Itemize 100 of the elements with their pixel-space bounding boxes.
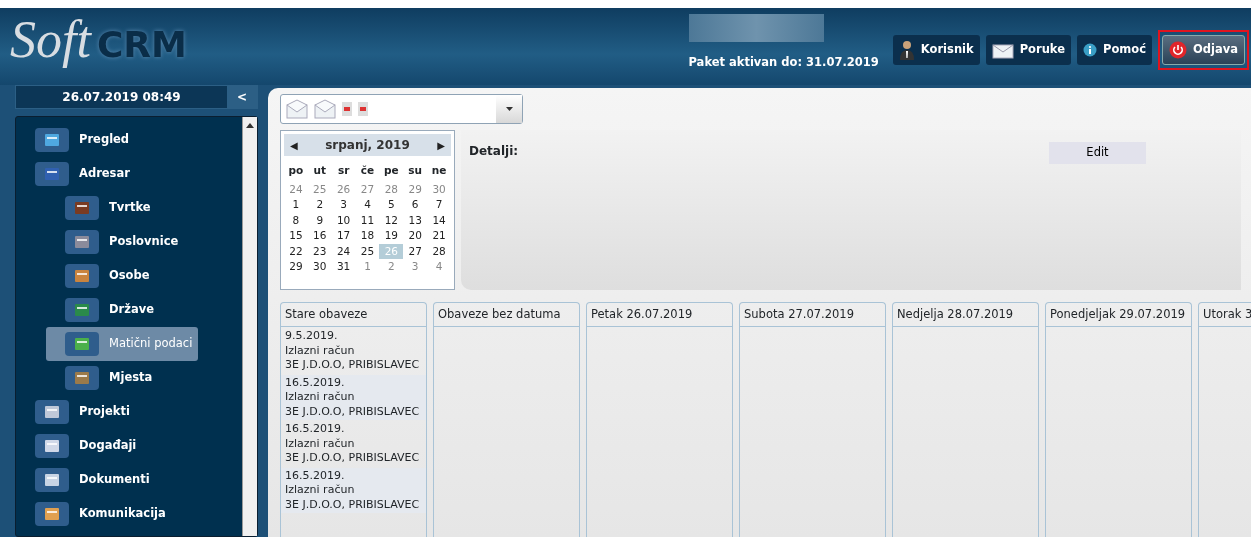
calendar-day[interactable]: 24 — [331, 243, 356, 260]
column-header: Nedjelja 28.07.2019 — [893, 303, 1038, 328]
calendar-title: srpanj, 2019 — [325, 137, 410, 154]
weekday-label: su — [407, 163, 424, 178]
scroll-up-icon[interactable] — [246, 122, 254, 128]
calendar-day[interactable]: 15 — [284, 228, 308, 244]
calendar-day[interactable]: 30 — [427, 181, 451, 198]
user-icon — [898, 40, 915, 60]
sidebar-item[interactable]: Matični podaci — [46, 327, 199, 361]
menu-item-icon — [35, 162, 69, 186]
package-status: Paket aktivan do: 31.07.2019 — [688, 54, 879, 71]
calendar-day[interactable]: 18 — [355, 228, 380, 244]
calendar-day[interactable]: 21 — [427, 228, 451, 244]
calendar-day[interactable]: 4 — [427, 259, 451, 275]
calendar-day[interactable]: 28 — [379, 181, 404, 198]
menu-item-icon — [65, 298, 99, 322]
menu-item-icon — [35, 434, 69, 458]
stamp-icon — [358, 102, 368, 116]
weekday-label: po — [287, 163, 305, 178]
edit-button[interactable]: Edit — [1049, 142, 1146, 164]
collapse-button[interactable]: < — [227, 86, 257, 108]
header-button[interactable]: Odjava — [1162, 35, 1245, 65]
calendar-day[interactable]: 17 — [331, 228, 356, 244]
calendar-day[interactable]: 12 — [379, 212, 404, 229]
sidebar-item[interactable]: Osobe — [46, 259, 156, 293]
sidebar-item[interactable]: Komunikacija — [16, 497, 172, 531]
calendar-day[interactable]: 31 — [331, 259, 356, 275]
calendar-day[interactable]: 3 — [403, 259, 428, 275]
logo-script-text: Soft — [10, 14, 91, 66]
column-header: Ponedjeljak 29.07.2019 — [1046, 303, 1191, 328]
sidebar-item[interactable]: Projekti — [16, 395, 136, 429]
calendar-day[interactable]: 1 — [355, 259, 380, 275]
calendar-day[interactable]: 14 — [427, 212, 451, 229]
calendar-day[interactable]: 27 — [355, 181, 380, 198]
menu-item-icon — [35, 400, 69, 424]
calendar-day[interactable]: 1 — [284, 197, 308, 213]
sidebar-item[interactable]: Tvrtke — [46, 191, 157, 225]
previous-month-button[interactable]: ◀ — [290, 137, 298, 153]
weekday-label: ne — [430, 163, 448, 178]
next-month-button[interactable]: ▶ — [437, 137, 445, 153]
calendar-day[interactable]: 28 — [427, 243, 451, 260]
power-icon — [1169, 41, 1188, 59]
menu-item-icon — [65, 332, 99, 356]
calendar-day[interactable]: 4 — [355, 197, 380, 213]
scrollbar[interactable] — [242, 117, 257, 536]
calendar-day[interactable]: 26 — [331, 181, 356, 198]
datetime-display: 26.07.2019 08:49 — [61, 89, 182, 106]
calendar-day[interactable]: 29 — [403, 181, 428, 198]
calendar-day[interactable]: 6 — [403, 197, 428, 213]
task-item[interactable]: 16.5.2019. Izlazni račun 3E J.D.O.O, PRIBISLAVEC — [281, 421, 426, 467]
menu-item-icon — [35, 502, 69, 526]
weekday-label: sr — [336, 163, 351, 178]
message-filter-dropdown[interactable] — [280, 94, 523, 124]
calendar-day[interactable]: 8 — [284, 212, 308, 229]
calendar-day[interactable]: 16 — [307, 228, 332, 244]
sidebar-item[interactable]: Dokumenti — [16, 463, 156, 497]
sidebar-item[interactable]: Događaji — [16, 429, 143, 463]
sidebar-item[interactable]: Države — [46, 293, 160, 327]
calendar-day[interactable]: 24 — [284, 181, 308, 198]
calendar-day[interactable]: 9 — [307, 212, 332, 229]
calendar-day[interactable]: 2 — [307, 197, 332, 213]
header-button[interactable]: Pomoć — [1077, 35, 1153, 65]
envelope-icon — [286, 99, 308, 119]
sidebar-item[interactable]: Adresar — [16, 157, 136, 191]
calendar-day[interactable]: 11 — [355, 212, 380, 229]
calendar-day[interactable]: 20 — [403, 228, 428, 244]
menu-item-icon — [65, 264, 99, 288]
calendar-day[interactable]: 10 — [331, 212, 356, 229]
header-button[interactable]: Korisnik — [892, 35, 980, 65]
sidebar-item[interactable]: Mjesta — [46, 361, 159, 395]
calendar-day[interactable]: 30 — [307, 259, 332, 275]
caret-icon — [505, 107, 513, 111]
calendar-day[interactable]: 25 — [355, 243, 380, 260]
envelope-icon — [991, 41, 1014, 59]
sidebar-item[interactable]: Pregled — [16, 123, 136, 157]
task-item[interactable]: 16.5.2019. Izlazni račun 3E J.D.O.O, PRIBISLAVEC — [281, 374, 426, 421]
info-icon — [1083, 43, 1097, 57]
calendar-day[interactable]: 19 — [379, 228, 404, 244]
calendar-day[interactable]: 27 — [403, 243, 428, 260]
calendar-day[interactable]: 22 — [284, 243, 308, 260]
task-item[interactable]: 9.5.2019. Izlazni račun 3E J.D.O.O, PRIBISLAVEC — [281, 328, 426, 374]
weekday-label: pe — [383, 163, 400, 178]
menu-item-icon — [35, 128, 69, 152]
calendar-day[interactable]: 5 — [379, 197, 404, 213]
calendar-day[interactable]: 23 — [307, 243, 332, 260]
calendar-day[interactable]: 25 — [307, 181, 332, 198]
calendar-day[interactable]: 29 — [284, 259, 308, 275]
column-header: Stare obaveze — [281, 303, 426, 328]
calendar-day[interactable]: 7 — [427, 197, 451, 213]
menu-item-icon — [65, 196, 99, 220]
calendar-day[interactable]: 3 — [331, 197, 356, 213]
menu-item-icon — [65, 230, 99, 254]
sidebar-item[interactable]: Poslovnice — [46, 225, 185, 259]
calendar-day[interactable]: 2 — [379, 259, 404, 275]
calendar-day[interactable]: 13 — [403, 212, 428, 229]
stamp-icon — [342, 102, 352, 116]
envelope-icon — [314, 99, 336, 119]
logo-text: CRM — [96, 23, 187, 67]
task-item[interactable]: 16.5.2019. Izlazni račun 3E J.D.O.O, PRIBISLAVEC — [281, 467, 426, 514]
header-button[interactable]: Poruke — [985, 35, 1071, 65]
